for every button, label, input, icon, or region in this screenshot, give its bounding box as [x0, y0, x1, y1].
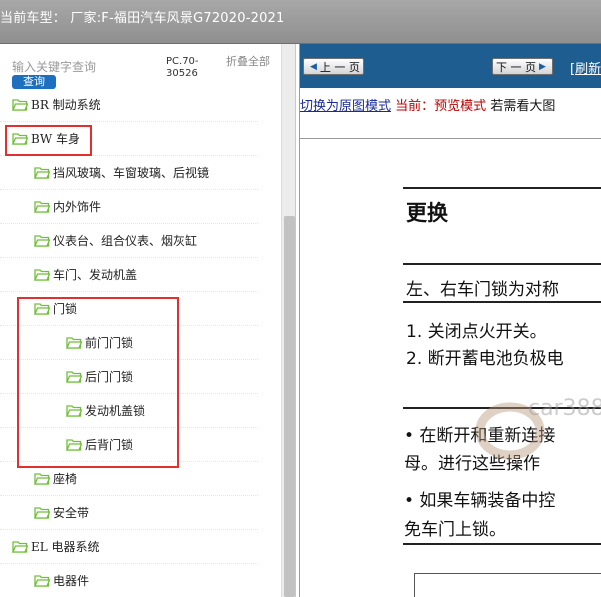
tree-item-label: 后门门锁 [85, 370, 134, 384]
tree-item-seats[interactable]: 座椅 [0, 462, 258, 496]
folder-open-icon [66, 371, 82, 383]
tree-item-label: 电器件 [53, 574, 90, 588]
tree-item-door-locks[interactable]: 门锁 [0, 292, 258, 326]
tree-item-trim[interactable]: 内外饰件 [0, 190, 258, 224]
folder-open-icon [34, 507, 50, 519]
folder-open-icon [66, 439, 82, 451]
tree-item-bw[interactable]: BW 车身 [0, 122, 258, 156]
tree-item-dashboard[interactable]: 仪表台、组合仪表、烟灰缸 [0, 224, 258, 258]
tree-item-electrical-parts[interactable]: 电器件 [0, 564, 258, 597]
tree-item-rear-door-lock[interactable]: 后门门锁 [0, 360, 258, 394]
tree-item-label: 发动机盖锁 [85, 404, 146, 418]
divider-line [403, 407, 601, 409]
tree-item-label: 车门、发动机盖 [53, 268, 138, 282]
tree-scrollbar[interactable] [281, 44, 295, 597]
document-step: 1. 关闭点火开关。 [406, 322, 547, 342]
folder-open-icon [12, 99, 28, 111]
tree-item-el[interactable]: EL 电器系统 [0, 530, 258, 564]
document-step: 2. 断开蓄电池负极电 [406, 349, 564, 369]
part-code-label: PC.70-30526 [166, 56, 199, 79]
tree-item-front-door-lock[interactable]: 前门门锁 [0, 326, 258, 360]
window-title: 当前车型： 厂家:F-福田汽车风景G72020-2021 [0, 11, 285, 26]
tree-item-label: 内外饰件 [53, 200, 102, 214]
prev-page-button[interactable]: ◀ 上 一 页 [303, 58, 364, 75]
large-image-hint: 若需看大图 [490, 99, 556, 114]
tree-item-label: 前门门锁 [85, 336, 134, 350]
tree-item-label: 座椅 [53, 472, 78, 486]
window-titlebar: 当前车型： 厂家:F-福田汽车风景G72020-2021 [0, 0, 601, 44]
document-bullet: • 在断开和重新连接 [404, 426, 556, 446]
search-input[interactable] [12, 59, 162, 75]
tree-item-label: 挡风玻璃、车窗玻璃、后视镜 [53, 166, 210, 180]
switch-original-mode-link[interactable]: 切换为原图模式 [300, 99, 391, 114]
page-nav-bar: ◀ 上 一 页 下 一 页 ▶ [刷新 [300, 44, 601, 88]
view-mode-bar: 切换为原图模式 当前：预览模式 若需看大图 [300, 97, 601, 117]
document-heading: 更换 [406, 201, 448, 225]
document-figure-frame [414, 573, 601, 597]
document-preview[interactable]: 更换 左、右车门锁为对称 1. 关闭点火开关。 2. 断开蓄电池负极电 • 在断… [300, 138, 601, 597]
folder-open-icon [12, 541, 28, 553]
divider-line [403, 263, 601, 265]
document-intro: 左、右车门锁为对称 [406, 280, 559, 300]
tree-item-seatbelts[interactable]: 安全带 [0, 496, 258, 530]
arrow-left-icon: ◀ [310, 61, 317, 72]
prev-page-label: 上 一 页 [319, 60, 360, 74]
folder-open-icon [34, 303, 50, 315]
next-page-label: 下 一 页 [496, 60, 536, 74]
tree-item-hood-lock[interactable]: 发动机盖锁 [0, 394, 258, 428]
folder-open-icon [34, 235, 50, 247]
tree-item-label: EL 电器系统 [31, 540, 100, 554]
folder-open-icon [34, 575, 50, 587]
next-page-button[interactable]: 下 一 页 ▶ [492, 58, 553, 75]
folder-open-icon [34, 201, 50, 213]
divider-line [403, 187, 601, 189]
tree-item-label: 仪表台、组合仪表、烟灰缸 [53, 234, 198, 248]
scrollbar-thumb[interactable] [284, 216, 295, 597]
folder-open-icon [66, 337, 82, 349]
document-panel: ◀ 上 一 页 下 一 页 ▶ [刷新 切换为原图模式 当前：预览模式 若需看大… [299, 44, 601, 597]
tree-item-br[interactable]: BR 制动系统 [0, 88, 258, 122]
folder-open-icon [34, 473, 50, 485]
tree-item-doors-hood[interactable]: 车门、发动机盖 [0, 258, 258, 292]
document-bullet: 母。进行这些操作 [404, 454, 540, 474]
folder-open-icon [66, 405, 82, 417]
tree-item-label: BW 车身 [31, 132, 80, 146]
search-bar: 查询 PC.70-30526 折叠全部 [0, 44, 280, 92]
document-bullet: 免车门上锁。 [404, 520, 506, 540]
folder-open-icon [12, 133, 28, 145]
document-bullet: • 如果车辆装备中控 [404, 491, 556, 511]
refresh-link[interactable]: [刷新 [570, 58, 601, 77]
tree-item-glass-mirrors[interactable]: 挡风玻璃、车窗玻璃、后视镜 [0, 156, 258, 190]
tree-item-label: 安全带 [53, 506, 90, 520]
current-mode-text: 当前：预览模式 [395, 99, 487, 114]
tree-item-label: BR 制动系统 [31, 98, 101, 112]
tree-item-label: 门锁 [53, 302, 78, 316]
folder-open-icon [34, 167, 50, 179]
tree-item-tailgate-lock[interactable]: 后背门锁 [0, 428, 258, 462]
collapse-all-button[interactable]: 折叠全部 [226, 56, 270, 68]
search-button[interactable]: 查询 [12, 75, 56, 89]
arrow-right-icon: ▶ [539, 61, 546, 72]
folder-open-icon [34, 269, 50, 281]
tree-item-label: 后背门锁 [85, 438, 134, 452]
catalog-tree-panel: 查询 PC.70-30526 折叠全部 BR 制动系统 BW 车身 挡风玻璃、车… [0, 44, 296, 597]
divider-line [403, 543, 601, 545]
divider-line [403, 301, 601, 303]
